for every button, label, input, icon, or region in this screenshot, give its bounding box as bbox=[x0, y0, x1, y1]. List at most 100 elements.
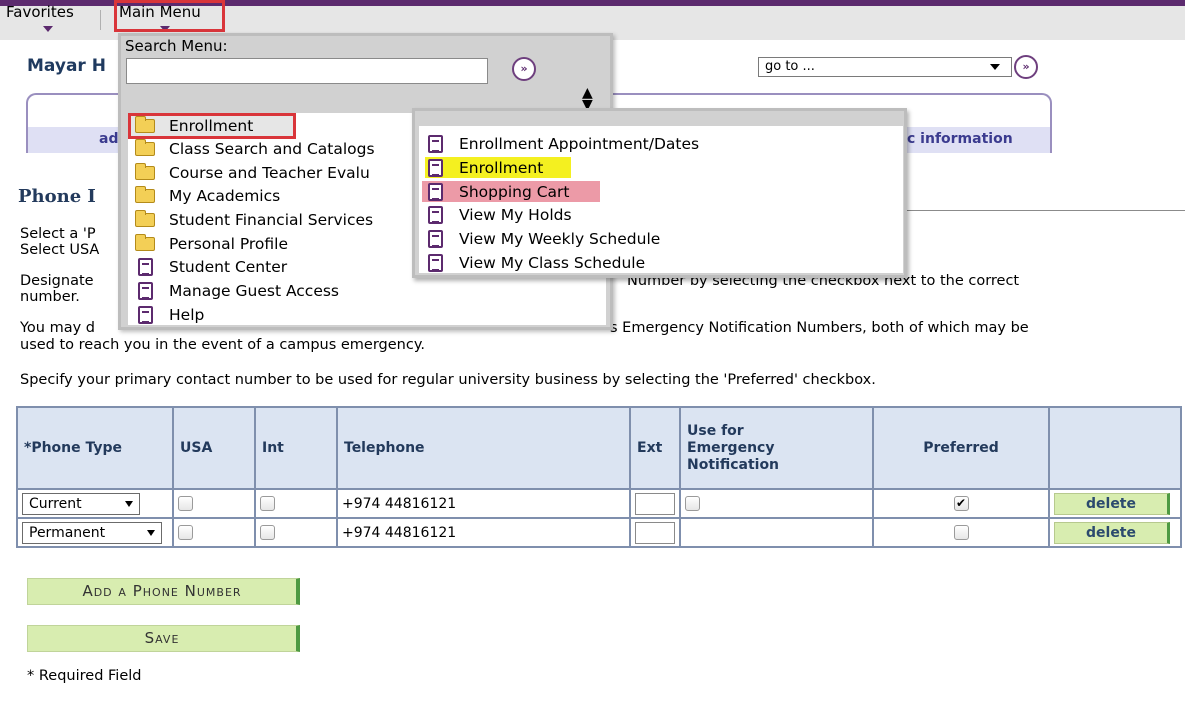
menu-item-enrollment[interactable]: Enrollment bbox=[135, 115, 253, 137]
document-icon bbox=[138, 306, 153, 324]
col-telephone: Telephone bbox=[336, 406, 631, 490]
preferred-checkbox[interactable] bbox=[953, 525, 969, 540]
ext-input[interactable] bbox=[635, 521, 675, 544]
usa-checkbox[interactable] bbox=[178, 496, 193, 511]
submenu-item-class-schedule[interactable]: View My Class Schedule bbox=[428, 252, 645, 274]
col-preferred: Preferred bbox=[872, 406, 1050, 490]
menu-item-label: Help bbox=[169, 306, 205, 324]
menu-item-help[interactable]: Help bbox=[135, 304, 204, 326]
col-phone-type: *Phone Type bbox=[16, 406, 174, 490]
subtab-link-left[interactable]: ad bbox=[99, 131, 118, 147]
folder-icon bbox=[135, 210, 155, 227]
chevron-down-icon bbox=[990, 64, 1000, 70]
submenu-item-appointment-dates[interactable]: Enrollment Appointment/Dates bbox=[428, 133, 699, 155]
folder-icon bbox=[135, 116, 155, 133]
menu-item-label: Class Search and Catalogs bbox=[169, 140, 375, 158]
ext-input[interactable] bbox=[635, 492, 675, 515]
telephone-value: +974 44816121 bbox=[336, 488, 631, 519]
goto-dropdown[interactable]: go to ... bbox=[758, 57, 1012, 77]
submenu-item-label: View My Class Schedule bbox=[459, 254, 646, 272]
menu-item-personal-profile[interactable]: Personal Profile bbox=[135, 233, 288, 255]
menu-item-my-academics[interactable]: My Academics bbox=[135, 185, 280, 207]
int-checkbox[interactable] bbox=[260, 496, 275, 511]
submenu-item-weekly-schedule[interactable]: View My Weekly Schedule bbox=[428, 228, 660, 250]
menu-item-label: Enrollment bbox=[169, 117, 254, 135]
menu-item-label: My Academics bbox=[169, 187, 281, 205]
add-phone-number-button[interactable]: Add a Phone Number bbox=[27, 578, 300, 605]
search-go-button[interactable]: » bbox=[512, 57, 536, 81]
submenu-item-holds[interactable]: View My Holds bbox=[428, 204, 572, 226]
phone-type-select[interactable]: Permanent bbox=[22, 521, 162, 544]
preferred-checkbox-checked[interactable]: ✔ bbox=[953, 496, 969, 511]
folder-icon bbox=[135, 186, 155, 203]
col-emergency-l1: Use for bbox=[687, 422, 744, 439]
col-emergency-l3: Notification bbox=[687, 456, 780, 473]
col-usa: USA bbox=[172, 406, 256, 490]
search-menu-input[interactable] bbox=[126, 58, 488, 84]
delete-button[interactable]: delete bbox=[1054, 521, 1170, 544]
instruction-emergency-cont: used to reach you in the event of a camp… bbox=[20, 337, 425, 353]
instruction-emergency-right: s Emergency Notification Numbers, both o… bbox=[610, 320, 1029, 336]
instruction-preferred: Specify your primary contact number to b… bbox=[20, 372, 876, 388]
document-icon bbox=[428, 206, 443, 224]
main-menu-highlight-box bbox=[114, 0, 225, 32]
menu-item-label: Manage Guest Access bbox=[169, 282, 340, 300]
favorites-caret-icon[interactable] bbox=[43, 26, 53, 32]
col-int: Int bbox=[254, 406, 338, 490]
search-menu-label: Search Menu: bbox=[125, 37, 228, 55]
col-actions bbox=[1048, 406, 1182, 490]
document-icon bbox=[428, 183, 443, 201]
col-emergency: Use for Emergency Notification bbox=[679, 406, 874, 490]
folder-icon bbox=[135, 139, 155, 156]
phone-type-select[interactable]: Current bbox=[22, 492, 140, 515]
subtab-link-contact-information[interactable]: c information bbox=[907, 131, 1013, 147]
user-name-heading: Mayar H bbox=[27, 56, 106, 76]
document-icon bbox=[428, 159, 443, 177]
delete-button[interactable]: delete bbox=[1054, 492, 1170, 515]
table-header-row: *Phone Type USA Int Telephone Ext Use fo… bbox=[16, 406, 1182, 490]
col-ext: Ext bbox=[629, 406, 681, 490]
submenu-item-shopping-cart[interactable]: Shopping Cart bbox=[428, 181, 570, 203]
document-icon bbox=[138, 282, 153, 300]
document-icon bbox=[428, 135, 443, 153]
menu-item-label: Course and Teacher Evalu bbox=[169, 164, 370, 182]
save-button[interactable]: Save bbox=[27, 625, 300, 652]
menu-item-label: Student Financial Services bbox=[169, 211, 374, 229]
submenu-item-label: Enrollment Appointment/Dates bbox=[459, 135, 700, 153]
table-row: Permanent +974 44816121 delete bbox=[16, 517, 1182, 548]
col-emergency-l2: Emergency bbox=[687, 439, 775, 456]
menu-item-student-center[interactable]: Student Center bbox=[135, 256, 287, 278]
usa-checkbox[interactable] bbox=[178, 525, 193, 540]
phone-type-value: Permanent bbox=[29, 524, 106, 541]
goto-go-button[interactable]: » bbox=[1014, 55, 1038, 79]
chevron-down-icon bbox=[125, 500, 133, 507]
phone-table: *Phone Type USA Int Telephone Ext Use fo… bbox=[16, 406, 1182, 548]
menu-item-label: Personal Profile bbox=[169, 235, 289, 253]
submenu-item-label: Shopping Cart bbox=[459, 183, 570, 201]
document-icon bbox=[428, 254, 443, 272]
menu-item-course-evaluation[interactable]: Course and Teacher Evalu bbox=[135, 162, 370, 184]
chevron-down-icon bbox=[147, 529, 155, 536]
favorites-menu[interactable]: Favorites bbox=[6, 3, 74, 21]
submenu-item-label: View My Weekly Schedule bbox=[459, 230, 661, 248]
phone-type-value: Current bbox=[29, 495, 82, 512]
menu-item-label: Student Center bbox=[169, 258, 288, 276]
emergency-cell-empty bbox=[679, 517, 874, 548]
table-row: Current +974 44816121 ✔ delete bbox=[16, 488, 1182, 519]
int-checkbox[interactable] bbox=[260, 525, 275, 540]
document-icon bbox=[428, 230, 443, 248]
submenu-item-label: Enrollment bbox=[459, 159, 544, 177]
menu-item-class-search[interactable]: Class Search and Catalogs bbox=[135, 138, 375, 160]
folder-icon bbox=[135, 234, 155, 251]
submenu-item-label: View My Holds bbox=[459, 206, 572, 224]
telephone-value: +974 44816121 bbox=[336, 517, 631, 548]
required-field-note: * Required Field bbox=[27, 668, 142, 684]
menu-separator bbox=[100, 10, 101, 30]
menu-item-guest-access[interactable]: Manage Guest Access bbox=[135, 280, 339, 302]
submenu-item-enrollment[interactable]: Enrollment bbox=[428, 157, 543, 179]
document-icon bbox=[138, 258, 153, 276]
emergency-checkbox[interactable] bbox=[685, 496, 700, 511]
menu-item-financial-services[interactable]: Student Financial Services bbox=[135, 209, 373, 231]
folder-icon bbox=[135, 163, 155, 180]
page-title: Phone I bbox=[18, 186, 96, 207]
